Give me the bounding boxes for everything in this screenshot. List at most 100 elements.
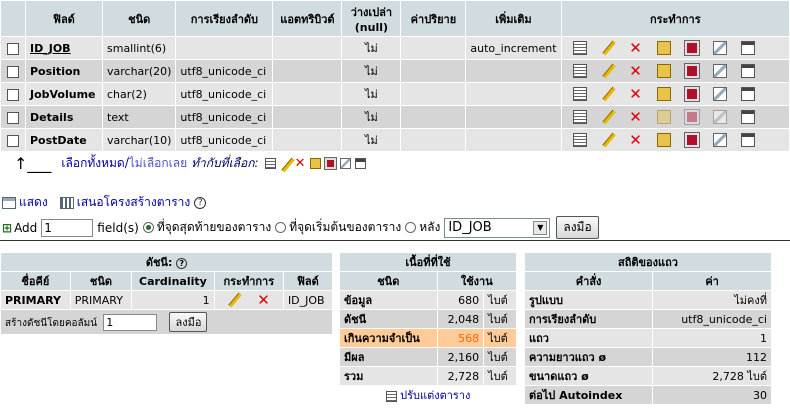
row-checkbox[interactable]	[7, 42, 19, 55]
field-extra	[466, 83, 561, 105]
unique-icon[interactable]	[683, 109, 700, 125]
delete-icon[interactable]: ✕	[629, 110, 643, 125]
browse-icon[interactable]	[572, 41, 587, 55]
unique-icon[interactable]	[683, 40, 700, 56]
stats-label: รูปแบบ	[525, 291, 653, 309]
radio-at-begin[interactable]	[275, 222, 287, 233]
fulltext-icon[interactable]	[740, 110, 755, 124]
browse-icon[interactable]	[572, 133, 587, 147]
print-view-link[interactable]: แสดง	[19, 193, 48, 212]
stats-body: รูปแบบ ไม่คงที่ การเรียงลำดับ utf8_unicode_…	[525, 291, 771, 404]
stats-row: การเรียงลำดับ utf8_unicode_ci	[525, 310, 771, 328]
index-edit-icon[interactable]	[227, 293, 241, 307]
space-value: 2,048	[437, 310, 484, 328]
field-attributes	[273, 129, 342, 151]
row-checkbox[interactable]	[7, 134, 19, 147]
idx-header-action: กระทำการ	[214, 272, 283, 290]
index-icon[interactable]	[712, 133, 727, 147]
section-divider	[0, 240, 790, 241]
edit-icon[interactable]	[601, 110, 615, 124]
index-icon[interactable]	[712, 64, 727, 78]
add-field-go-button[interactable]: ลงมือ	[556, 216, 599, 239]
space-title: เนื้อที่ที่ใช้	[340, 253, 516, 271]
bulk-primary-icon[interactable]	[309, 157, 321, 169]
bulk-browse-icon[interactable]	[264, 157, 276, 169]
deselect-all-link[interactable]: ไม่เลือกเลย	[129, 154, 187, 173]
stats-label: การเรียงลำดับ	[525, 310, 653, 328]
delete-icon[interactable]: ✕	[629, 133, 643, 148]
delete-icon[interactable]: ✕	[629, 87, 643, 102]
edit-icon[interactable]	[601, 64, 615, 78]
bulk-fulltext-icon[interactable]	[354, 157, 366, 169]
delete-icon[interactable]: ✕	[629, 64, 643, 79]
index-icon[interactable]	[712, 110, 727, 124]
row-checkbox[interactable]	[7, 88, 19, 101]
space-label: ข้อมูล	[340, 291, 437, 309]
optimize-table-link[interactable]: ปรับแต่งตาราง	[400, 389, 470, 402]
stats-label: แถว	[525, 329, 653, 347]
row-checkbox[interactable]	[7, 65, 19, 78]
field-actions: ✕	[561, 37, 789, 59]
indexes-help-icon[interactable]: ?	[176, 258, 188, 269]
browse-icon[interactable]	[572, 64, 587, 78]
space-unit: ไบต์	[484, 367, 516, 385]
edit-icon[interactable]	[601, 133, 615, 147]
fulltext-icon[interactable]	[740, 133, 755, 147]
create-index-count-input[interactable]	[103, 314, 158, 331]
index-delete-icon[interactable]: ✕	[257, 293, 271, 308]
browse-icon[interactable]	[572, 87, 587, 101]
after-field-select[interactable]: ID_JOB ▼	[444, 217, 551, 238]
stats-label: ความยาวแถว ø	[525, 348, 653, 366]
stats-row: ต่อไป Autoindex 30	[525, 386, 771, 404]
field-actions: ✕	[561, 106, 789, 128]
primary-icon[interactable]	[656, 133, 671, 147]
field-attributes	[273, 37, 342, 59]
row-checkbox[interactable]	[7, 111, 19, 124]
unique-icon[interactable]	[683, 86, 700, 102]
space-label: มีผล	[340, 348, 437, 366]
unique-icon[interactable]	[683, 63, 700, 79]
index-icon[interactable]	[712, 87, 727, 101]
edit-icon[interactable]	[601, 87, 615, 101]
radio-after[interactable]	[405, 222, 417, 233]
help-icon[interactable]: ?	[194, 196, 207, 209]
fulltext-icon[interactable]	[740, 87, 755, 101]
select-all-link[interactable]: เลือกทั้งหมด	[61, 154, 124, 173]
space-value: 680	[437, 291, 484, 309]
primary-icon[interactable]	[656, 87, 671, 101]
bulk-edit-icon[interactable]	[280, 158, 291, 169]
structure-table: ฟิลด์ ชนิด การเรียงลำดับ แอตทริบิวต์ ว่า…	[0, 0, 790, 152]
field-type: varchar(10)	[103, 129, 176, 151]
bulk-unique-icon[interactable]	[323, 156, 337, 170]
stats-row: รูปแบบ ไม่คงที่	[525, 291, 771, 309]
create-index-go-button[interactable]: ลงมือ	[169, 312, 208, 332]
radio-at-end[interactable]	[142, 222, 154, 233]
space-label: รวม	[340, 367, 437, 385]
stats-value: ไม่คงที่	[653, 291, 771, 309]
field-count-input[interactable]	[41, 218, 94, 237]
edit-icon[interactable]	[601, 41, 615, 55]
primary-icon[interactable]	[656, 64, 671, 78]
propose-structure-link[interactable]: เสนอโครงสร้างตาราง	[77, 193, 191, 212]
field-type: char(2)	[103, 83, 176, 105]
unique-icon[interactable]	[683, 132, 700, 148]
index-icon[interactable]	[712, 41, 727, 55]
delete-icon[interactable]: ✕	[629, 41, 643, 56]
radio-after-label[interactable]: หลัง	[419, 218, 440, 237]
header-checkbox-col	[1, 1, 25, 36]
stats-value: 30	[653, 386, 771, 404]
primary-icon[interactable]	[656, 110, 671, 124]
space-row: เกินความจำเป็น 568 ไบต์	[340, 329, 516, 347]
radio-at-end-label[interactable]: ที่จุดสุดท้ายของตาราง	[157, 218, 271, 237]
browse-icon[interactable]	[572, 110, 587, 124]
fulltext-icon[interactable]	[740, 41, 755, 55]
field-name: ID_JOB	[26, 37, 102, 59]
space-unit: ไบต์	[484, 291, 516, 309]
radio-at-begin-label[interactable]: ที่จุดเริ่มต้นของตาราง	[289, 218, 401, 237]
bulk-delete-icon[interactable]: ✕	[295, 157, 306, 170]
bulk-index-icon[interactable]	[339, 157, 351, 169]
fulltext-icon[interactable]	[740, 64, 755, 78]
field-null: ไม่	[342, 129, 401, 151]
primary-icon[interactable]	[656, 41, 671, 55]
check-all-row: ↑___ เลือกทั้งหมด / ไม่เลือกเลย ทำกับที่…	[14, 153, 368, 173]
